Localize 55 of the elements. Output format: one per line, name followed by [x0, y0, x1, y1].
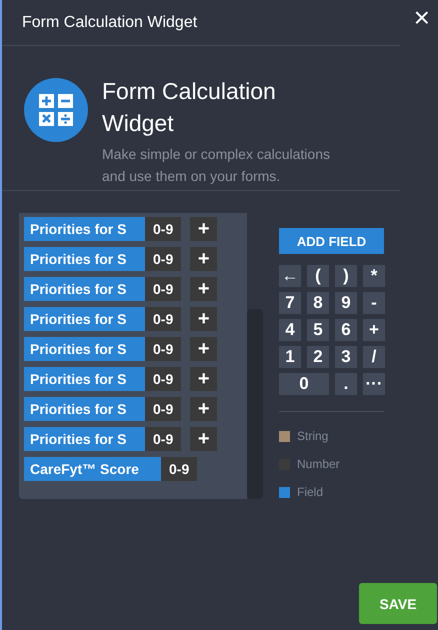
keypad-key[interactable]: -	[363, 292, 385, 314]
keypad-key[interactable]: ←	[279, 265, 301, 287]
field-chip[interactable]: Priorities for S	[24, 217, 145, 241]
keypad-key[interactable]: +	[363, 319, 385, 341]
keypad-key[interactable]: 9	[335, 292, 357, 314]
number-chip[interactable]: 0-9	[145, 427, 182, 451]
keypad-key[interactable]: *	[363, 265, 385, 287]
keypad-key[interactable]: (	[307, 265, 329, 287]
window-title: Form Calculation Widget	[22, 14, 198, 32]
field-chip[interactable]: Priorities for S	[24, 307, 145, 331]
legend-label: String	[297, 429, 328, 443]
field-chip[interactable]: Priorities for S	[24, 397, 145, 421]
field-chip[interactable]: Priorities for S	[24, 367, 145, 391]
number-chip[interactable]: 0-9	[161, 457, 198, 481]
calculator-logo-icon	[24, 78, 88, 142]
widget-description: Make simple or complex calculations and use them on your forms.	[102, 145, 331, 186]
number-chip[interactable]: 0-9	[145, 337, 182, 361]
keypad-key[interactable]: 2	[307, 346, 329, 368]
keypad-key[interactable]: 0	[279, 373, 329, 395]
keypad-key[interactable]: /	[363, 346, 385, 368]
scrollbar[interactable]	[247, 309, 263, 499]
keypad-key[interactable]: 7	[279, 292, 301, 314]
legend-label: Number	[297, 457, 340, 471]
plus-operator[interactable]: +	[190, 367, 218, 391]
keypad-key[interactable]: 1	[279, 346, 301, 368]
keypad-key[interactable]: )	[335, 265, 357, 287]
widget-name: Form Calculation Widget	[102, 77, 277, 138]
field-chip[interactable]: Priorities for S	[24, 337, 145, 361]
keypad-key[interactable]: 8	[307, 292, 329, 314]
number-chip[interactable]: 0-9	[145, 367, 182, 391]
add-field-button[interactable]: ADD FIELD	[279, 228, 384, 254]
field-chip[interactable]: Priorities for S	[24, 247, 145, 271]
keypad-key[interactable]: 5	[307, 319, 329, 341]
plus-operator[interactable]: +	[190, 277, 218, 301]
plus-operator[interactable]: +	[190, 337, 218, 361]
legend-label: Field	[297, 485, 324, 499]
field-chip[interactable]: CareFyt™ Score	[24, 457, 161, 481]
number-chip[interactable]: 0-9	[145, 247, 182, 271]
plus-operator[interactable]: +	[190, 427, 218, 451]
keypad-key[interactable]: .	[335, 373, 357, 395]
plus-operator[interactable]: +	[190, 217, 218, 241]
field-chip[interactable]: Priorities for S	[24, 427, 145, 451]
keypad-key[interactable]: 6	[335, 319, 357, 341]
keypad-key[interactable]: 3	[335, 346, 357, 368]
number-chip[interactable]: 0-9	[145, 397, 182, 421]
plus-operator[interactable]: +	[190, 247, 218, 271]
number-chip[interactable]: 0-9	[145, 277, 182, 301]
keypad-key[interactable]: ···	[363, 373, 385, 395]
field-chip[interactable]: Priorities for S	[24, 277, 145, 301]
number-chip[interactable]: 0-9	[145, 307, 182, 331]
keypad-key[interactable]: 4	[279, 319, 301, 341]
plus-operator[interactable]: +	[190, 397, 218, 421]
plus-operator[interactable]: +	[190, 307, 218, 331]
number-chip[interactable]: 0-9	[145, 217, 182, 241]
close-button[interactable]: ×	[410, 4, 434, 32]
